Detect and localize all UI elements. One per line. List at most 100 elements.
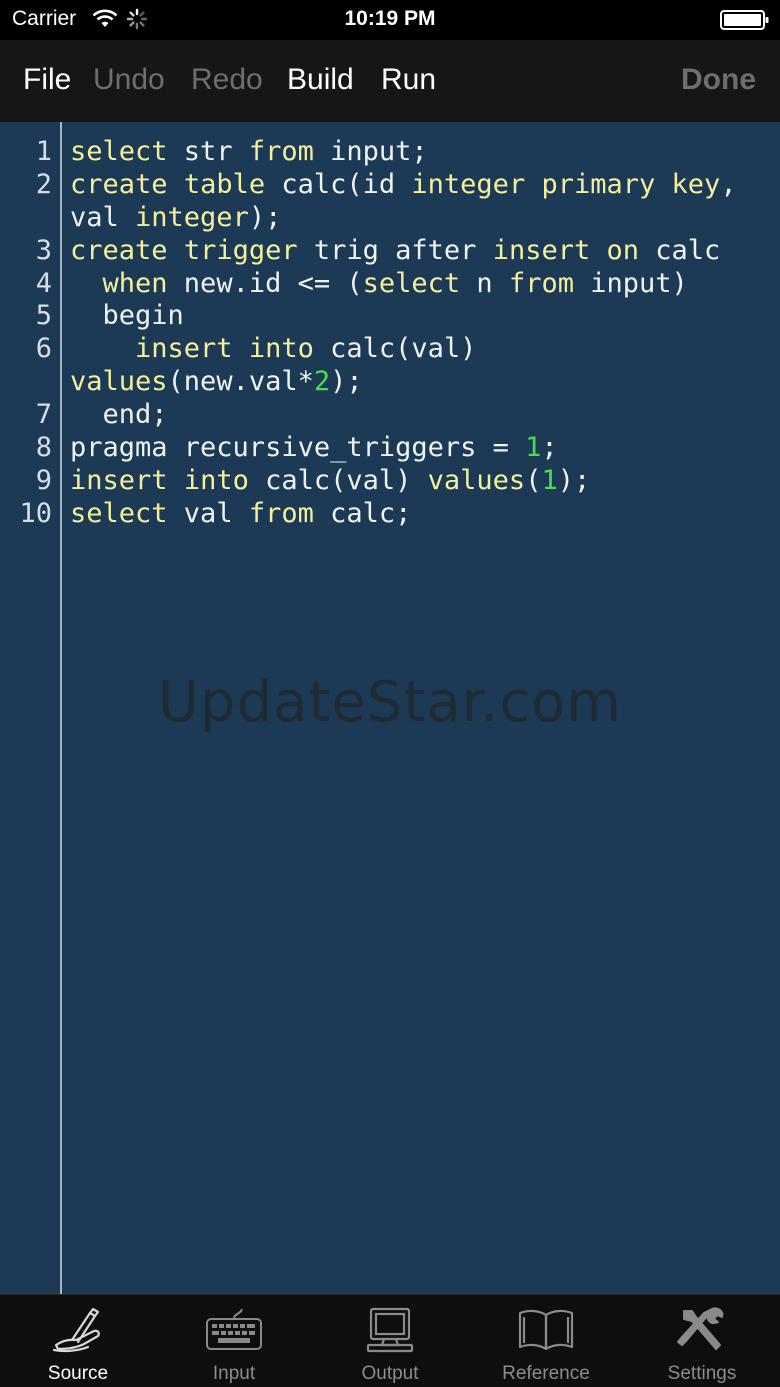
keyword-token: select xyxy=(70,136,168,167)
text-token: calc(val) xyxy=(313,333,477,365)
code-text: select val from calc; xyxy=(70,498,411,531)
code-text: select str from input; xyxy=(70,136,428,169)
keyword-token: primary xyxy=(541,168,656,200)
code-line[interactable]: 5 begin xyxy=(0,300,780,333)
code-editor[interactable]: 1 select str from input; 2 create table cal… xyxy=(0,122,780,1294)
status-bar: Carrier 10:19 PM xyxy=(0,0,780,40)
code-text: create trigger trig after insert on calc xyxy=(70,235,720,268)
tab-label: Reference xyxy=(502,1363,590,1384)
code-text: create table calc(id integer primary key… xyxy=(70,169,737,202)
open-book-icon xyxy=(518,1309,574,1351)
code-line[interactable]: values(new.val*2); xyxy=(0,366,780,399)
text-token: new.id <= ( xyxy=(167,267,363,299)
code-line[interactable]: 3 create trigger trig after insert on cal… xyxy=(0,235,780,268)
code-text: when new.id <= (select n from input) xyxy=(70,268,688,301)
text-token: val xyxy=(70,201,136,233)
run-button[interactable]: Run xyxy=(381,62,436,98)
tab-source[interactable]: Source xyxy=(0,1295,156,1387)
keyword-token: select xyxy=(70,497,168,529)
text-token: val xyxy=(167,497,249,529)
file-button[interactable]: File xyxy=(23,62,71,98)
code-line[interactable]: val integer); xyxy=(0,202,780,235)
tab-label: Source xyxy=(47,1363,109,1384)
code-line[interactable]: 2 create table calc(id integer primary ke… xyxy=(0,169,780,202)
tab-reference[interactable]: Reference xyxy=(468,1295,624,1387)
line-number: 4 xyxy=(35,267,52,299)
keyword-token: insert xyxy=(70,464,168,496)
editor-toolbar: File Undo Redo Build Run Done xyxy=(0,40,780,123)
line-number: 1 xyxy=(35,136,52,167)
text-token: end; xyxy=(70,399,168,431)
code-text: pragma recursive_triggers = 1; xyxy=(70,432,558,465)
text-token: , xyxy=(720,168,737,200)
build-button[interactable]: Build xyxy=(287,62,354,98)
keyword-token: integer xyxy=(411,168,526,200)
code-line[interactable]: 7 end; xyxy=(0,399,780,432)
number-token: 2 xyxy=(313,366,331,398)
code-line[interactable]: 6 insert into calc(val) xyxy=(0,333,780,366)
text-token: input) xyxy=(573,267,688,299)
keyword-token: table xyxy=(183,168,266,200)
tab-input[interactable]: Input xyxy=(156,1295,312,1387)
code-area[interactable]: 1 select str from input; 2 create table cal… xyxy=(0,136,780,531)
code-line[interactable]: 10 select val from calc; xyxy=(0,498,780,531)
keyword-token: integer xyxy=(135,201,249,233)
status-time: 10:19 PM xyxy=(344,7,436,30)
done-button[interactable]: Done xyxy=(681,62,756,98)
watermark: UpdateStar.com xyxy=(158,670,622,735)
redo-button[interactable]: Redo xyxy=(191,62,263,98)
text-token: ); xyxy=(557,464,591,496)
undo-button[interactable]: Undo xyxy=(93,62,165,98)
line-number: 6 xyxy=(35,333,52,365)
number-token: 1 xyxy=(525,432,542,464)
keyword-token: values xyxy=(70,366,168,398)
text-token: ); xyxy=(248,201,282,233)
code-text: val integer); xyxy=(70,202,281,235)
keyword-token: from xyxy=(508,267,574,299)
tab-settings[interactable]: Settings xyxy=(624,1295,780,1387)
tab-label: Output xyxy=(361,1363,419,1384)
text-token: calc(id xyxy=(265,168,412,200)
code-line[interactable]: 9 insert into calc(val) values(1); xyxy=(0,465,780,498)
code-text: values(new.val*2); xyxy=(70,366,363,399)
keyword-token: select xyxy=(362,267,461,299)
text-token: (new.val* xyxy=(167,366,314,398)
keyword-token: values xyxy=(427,464,526,496)
line-number: 8 xyxy=(35,432,52,464)
keyword-token: into xyxy=(248,333,314,365)
text-token: calc(val) xyxy=(248,464,428,496)
line-number: 9 xyxy=(35,464,52,496)
text-token: str xyxy=(167,136,249,167)
code-line[interactable]: 8 pragma recursive_triggers = 1; xyxy=(0,432,780,465)
code-text: end; xyxy=(70,399,168,432)
code-line[interactable]: 1 select str from input; xyxy=(0,136,780,169)
code-text: insert into calc(val) values(1); xyxy=(70,465,590,498)
text-token: ( xyxy=(525,464,542,496)
code-text: begin xyxy=(70,300,184,333)
text-token: calc xyxy=(639,234,721,266)
text-token: pragma recursive_triggers = xyxy=(70,432,526,464)
keyword-token: into xyxy=(183,464,249,496)
number-token: 1 xyxy=(541,464,558,496)
line-number: 10 xyxy=(19,497,52,529)
text-token: calc; xyxy=(313,497,412,529)
tab-label: Settings xyxy=(667,1363,737,1384)
text-token: begin xyxy=(70,300,184,332)
text-token: input; xyxy=(313,136,428,167)
tab-bar: Source Input Output Reference Settings xyxy=(0,1294,780,1387)
keyword-token: insert xyxy=(135,333,233,365)
code-line[interactable]: 4 when new.id <= (select n from input) xyxy=(0,268,780,301)
tab-output[interactable]: Output xyxy=(312,1295,468,1387)
keyword-token: create xyxy=(70,234,168,266)
tab-label: Input xyxy=(212,1363,256,1384)
app-screen: Carrier 10:19 PM File Undo Redo Build Ru… xyxy=(0,0,780,1387)
